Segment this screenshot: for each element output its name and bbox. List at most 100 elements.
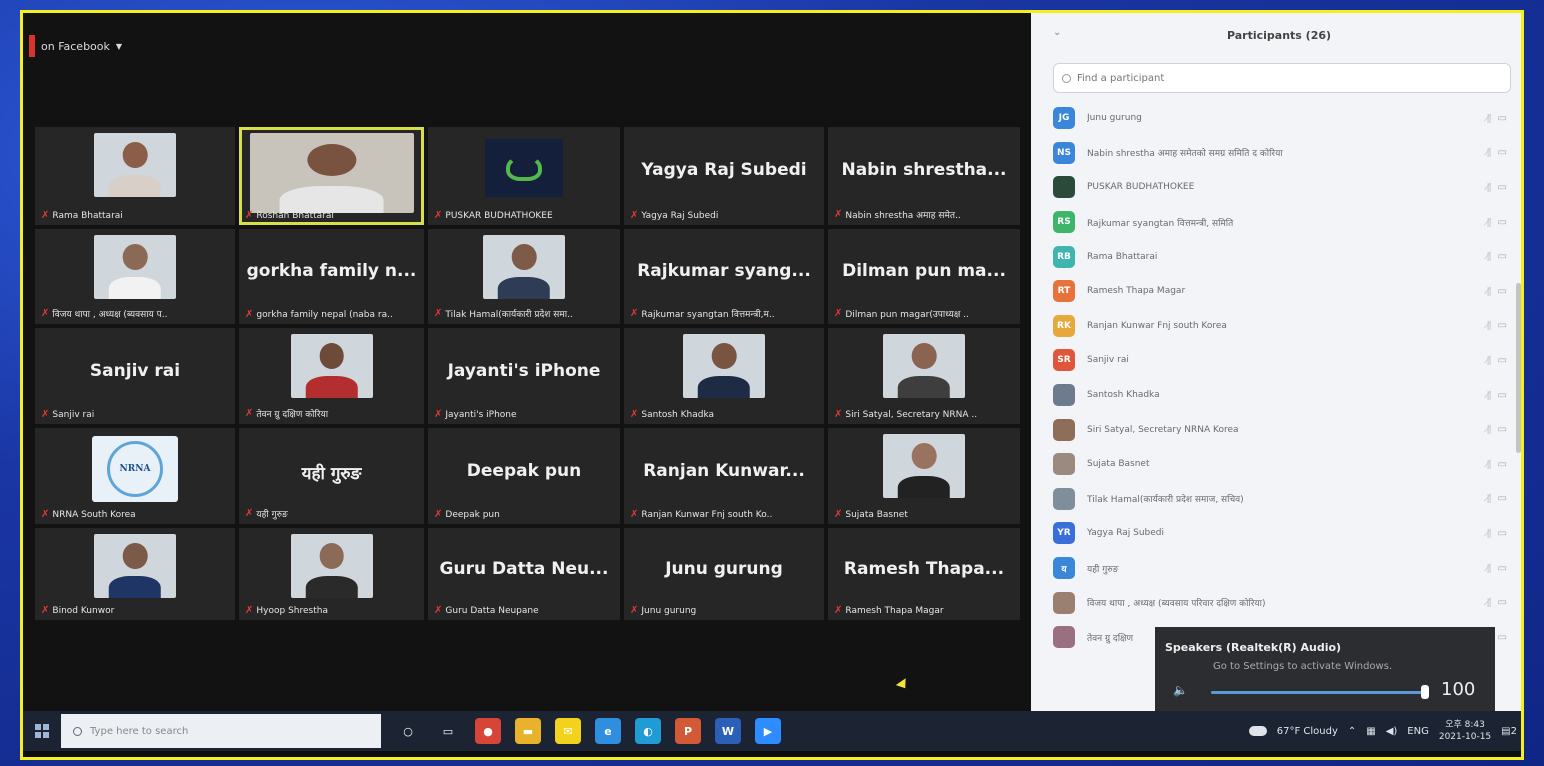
participant-list-scrollbar[interactable] [1516, 283, 1521, 453]
participant-row[interactable]: RB Rama Bhattarai ǁ̸ ▭ [1053, 239, 1509, 274]
ie-icon[interactable]: e [595, 718, 621, 744]
participant-row[interactable]: SR Sanjiv rai ǁ̸ ▭ [1053, 343, 1509, 378]
speaker-icon[interactable]: 🔈 [1173, 683, 1188, 697]
edge-icon[interactable]: ◐ [635, 718, 661, 744]
participant-video-tile[interactable]: Ramesh Thapa... ✗ Ramesh Thapa Magar [828, 528, 1020, 620]
participant-video-tile[interactable]: ✗ Binod Kunwor [35, 528, 235, 620]
volume-slider-thumb[interactable] [1421, 685, 1429, 699]
participant-video-tile[interactable]: ✗ Hyoop Shrestha [239, 528, 424, 620]
taskbar-search[interactable]: Type here to search [61, 714, 381, 748]
word-icon[interactable]: W [715, 718, 741, 744]
volume-icon[interactable]: ◀) [1386, 726, 1398, 737]
zoom-gallery-view: on Facebook ▼ ✗ Rama Bhattarai ✗ Roshan Bha… [23, 13, 1031, 711]
participant-video-tile[interactable]: ✗ Sujata Basnet [828, 428, 1020, 524]
participant-video-tile[interactable]: gorkha family n... ✗ gorkha family nepal (… [239, 229, 424, 324]
participant-video-tile[interactable]: Jayanti's iPhone ✗ Jayanti's iPhone [428, 328, 620, 424]
audio-device-label[interactable]: Speakers (Realtek(R) Audio) [1165, 641, 1341, 654]
participant-video-tile[interactable]: ✗ Rama Bhattarai [35, 127, 235, 225]
participant-video-tile[interactable]: ✗ Tilak Hamal(कार्यकारी प्रदेश समा.. [428, 229, 620, 324]
participant-row[interactable]: PUSKAR BUDHATHOKEE ǁ̸ ▭ [1053, 170, 1509, 205]
windows-taskbar: Type here to search ○ ▭ ● ▬ ✉ e ◐ P W ▶ 67°F Clou… [23, 711, 1521, 751]
mic-muted-icon: ǁ̸ [1486, 112, 1492, 124]
participant-video-tile[interactable]: ✗ PUSKAR BUDHATHOKEE [428, 127, 620, 225]
participant-search[interactable] [1053, 63, 1511, 93]
participant-status-icons: ǁ̸ ▭ [1487, 217, 1507, 228]
participant-video-tile[interactable]: ✗ Roshan Bhattarai [239, 127, 424, 225]
monitor-bezel [23, 751, 1521, 757]
chevron-up-icon[interactable]: ⌃ [1348, 726, 1356, 737]
tile-caption: ✗ Junu gurung [630, 605, 820, 616]
tile-caption: ✗ तेवन ग्रु दक्षिण कोरिया [245, 407, 420, 420]
participant-video [883, 434, 965, 498]
kakaotalk-icon[interactable]: ✉ [555, 718, 581, 744]
participant-row[interactable]: RT Ramesh Thapa Magar ǁ̸ ▭ [1053, 274, 1509, 309]
participant-row[interactable]: JG Junu gurung ǁ̸ ▭ [1053, 101, 1509, 136]
participant-row[interactable]: NS Nabin shrestha अमाह समेतको समग्र समिति… [1053, 136, 1509, 171]
participant-row[interactable]: RS Rajkumar syangtan वित्तमन्त्री, समिति ǁ… [1053, 205, 1509, 240]
search-icon [1062, 73, 1071, 83]
participant-row[interactable]: Santosh Khadka ǁ̸ ▭ [1053, 378, 1509, 413]
participant-search-input[interactable] [1077, 72, 1477, 84]
start-button[interactable] [23, 711, 61, 751]
network-icon[interactable]: ▦ [1366, 726, 1375, 737]
video-off-icon: ▭ [1497, 285, 1507, 297]
participant-video-tile[interactable]: ✗ Siri Satyal, Secretary NRNA .. [828, 328, 1020, 424]
participant-caption-name: Rajkumar syangtan वित्तमन्त्री,म.. [641, 310, 775, 320]
participant-video-tile[interactable]: Guru Datta Neu... ✗ Guru Datta Neupane [428, 528, 620, 620]
participant-avatar: JG [1053, 107, 1075, 130]
mic-muted-icon: ✗ [834, 409, 843, 420]
clock[interactable]: 오후 8:43 2021-10-15 [1439, 719, 1491, 743]
participant-avatar: RB [1053, 245, 1075, 268]
participant-row[interactable]: Tilak Hamal(कार्यकारी प्रदेश समाज, सचिव)… [1053, 482, 1509, 517]
participant-video-tile[interactable]: Yagya Raj Subedi ✗ Yagya Raj Subedi [624, 127, 824, 225]
video-off-icon: ▭ [1497, 251, 1507, 263]
participant-row[interactable]: RK Ranjan Kunwar Fnj south Korea ǁ̸ ▭ [1053, 309, 1509, 344]
participant-video-tile[interactable]: ✗ तेवन ग्रु दक्षिण कोरिया [239, 328, 424, 424]
participant-status-icons: ǁ̸ ▭ [1487, 251, 1507, 262]
notification-icon[interactable]: ▤2 [1501, 726, 1517, 737]
tile-caption: ✗ Hyoop Shrestha [245, 605, 420, 616]
video-off-icon: ▭ [1497, 527, 1507, 539]
participant-video-tile[interactable]: ✗ Santosh Khadka [624, 328, 824, 424]
participant-name: Sanjiv rai [1087, 355, 1129, 366]
mic-muted-icon: ✗ [630, 210, 639, 221]
powerpoint-icon[interactable]: P [675, 718, 701, 744]
chrome-icon[interactable]: ● [475, 718, 501, 744]
participant-row[interactable]: Siri Satyal, Secretary NRNA Korea ǁ̸ ▭ [1053, 412, 1509, 447]
participant-video-tile[interactable]: ✗ विजय थापा , अध्यक्ष (ब्यवसाय प.. [35, 229, 235, 324]
participant-video-tile[interactable]: Deepak pun ✗ Deepak pun [428, 428, 620, 524]
participant-video-tile[interactable]: Sanjiv rai ✗ Sanjiv rai [35, 328, 235, 424]
zoom-icon[interactable]: ▶ [755, 718, 781, 744]
participant-video [683, 334, 765, 398]
participant-video-tile[interactable]: Dilman pun ma... ✗ Dilman pun magar(उपाध्य… [828, 229, 1020, 324]
volume-slider[interactable] [1211, 691, 1425, 694]
participant-row[interactable]: विजय थापा , अध्यक्ष (ब्यवसाय परिवार दक्ष… [1053, 585, 1509, 620]
participant-row[interactable]: Sujata Basnet ǁ̸ ▭ [1053, 447, 1509, 482]
participant-video-tile[interactable]: Ranjan Kunwar... ✗ Ranjan Kunwar Fnj south… [624, 428, 824, 524]
participant-caption-name: Tilak Hamal(कार्यकारी प्रदेश समा.. [445, 310, 573, 320]
mic-muted-icon: ǁ̸ [1486, 527, 1492, 539]
file-explorer-icon[interactable]: ▬ [515, 718, 541, 744]
mic-muted-icon: ǁ̸ [1486, 424, 1492, 436]
video-off-icon: ▭ [1497, 354, 1507, 366]
tile-caption: ✗ Tilak Hamal(कार्यकारी प्रदेश समा.. [434, 307, 616, 320]
language-indicator[interactable]: ENG [1407, 726, 1429, 737]
participant-row[interactable]: YR Yagya Raj Subedi ǁ̸ ▭ [1053, 516, 1509, 551]
participant-name: Rajkumar syangtan वित्तमन्त्री, समिति [1087, 218, 1234, 229]
task-view-icon[interactable]: ▭ [435, 718, 461, 744]
participant-video-tile[interactable]: Rajkumar syang... ✗ Rajkumar syangtan वित्… [624, 229, 824, 324]
participant-video-tile[interactable]: NRNA ✗ NRNA South Korea [35, 428, 235, 524]
mic-muted-icon: ǁ̸ [1486, 216, 1492, 228]
facebook-live-indicator[interactable]: on Facebook ▼ [29, 35, 122, 57]
participant-video-tile[interactable]: Junu gurung ✗ Junu gurung [624, 528, 824, 620]
participant-video-tile[interactable]: Nabin shrestha... ✗ Nabin shrestha अमाह सम… [828, 127, 1020, 225]
participant-row[interactable]: य यही गुरुङ ǁ̸ ▭ [1053, 551, 1509, 586]
participant-avatar [1053, 487, 1075, 510]
participant-avatar [1053, 418, 1075, 441]
participants-panel: ⌄ Participants (26) JGJunu gurungǁ̸▭NSNa… [1031, 13, 1521, 711]
cortana-icon[interactable]: ○ [395, 718, 421, 744]
weather-text[interactable]: 67°F Cloudy [1277, 726, 1338, 737]
mic-muted-icon: ✗ [630, 409, 639, 420]
participant-video-tile[interactable]: यही गुरुङ ✗ यही गुरुङ [239, 428, 424, 524]
participant-status-icons: ǁ̸ ▭ [1487, 563, 1507, 574]
